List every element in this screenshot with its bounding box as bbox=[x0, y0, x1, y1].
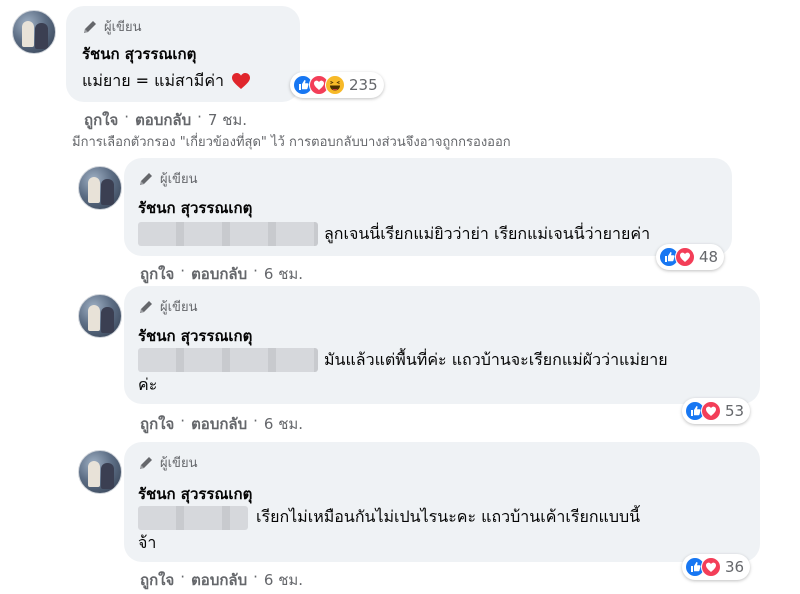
comment-text: เรียกไม่เหมือนกันไม่เปนไรนะคะ แถวบ้านเค้… bbox=[256, 507, 641, 526]
reply-bubble: ผู้เขียน รัชนก สุวรรณเกตุ ลูกเจนนี่เรียก… bbox=[124, 158, 732, 256]
redacted-mention bbox=[138, 506, 248, 530]
comment-actions: ถูกใจ · ตอบกลับ · 6 ชม. bbox=[140, 568, 303, 592]
author-badge: ผู้เขียน bbox=[82, 16, 141, 37]
reaction-summary[interactable]: 36 bbox=[682, 554, 751, 580]
haha-reaction-icon bbox=[325, 75, 345, 95]
avatar[interactable] bbox=[78, 166, 122, 210]
reply-bubble: ผู้เขียน รัชนก สุวรรณเกตุ เรียกไม่เหมือน… bbox=[124, 442, 760, 562]
reaction-summary[interactable]: 53 bbox=[682, 398, 751, 424]
avatar[interactable] bbox=[78, 294, 122, 338]
avatar[interactable] bbox=[78, 450, 122, 494]
redacted-mention bbox=[138, 222, 318, 246]
author-badge: ผู้เขียน bbox=[138, 296, 197, 317]
comment-author[interactable]: รัชนก สุวรรณเกตุ bbox=[138, 324, 252, 348]
like-button[interactable]: ถูกใจ bbox=[140, 262, 174, 286]
filter-notice: มีการเลือกตัวกรอง "เกี่ยวข้องที่สุด" ไว้… bbox=[72, 135, 511, 150]
comment-timestamp[interactable]: 6 ชม. bbox=[264, 412, 303, 436]
separator-dot: · bbox=[180, 412, 186, 430]
comment-author[interactable]: รัชนก สุวรรณเกตุ bbox=[138, 482, 252, 506]
comment-actions: ถูกใจ · ตอบกลับ · 6 ชม. bbox=[140, 262, 303, 286]
reaction-summary[interactable]: 235 bbox=[290, 72, 384, 98]
separator-dot: · bbox=[253, 412, 258, 430]
comment-timestamp[interactable]: 7 ชม. bbox=[208, 108, 247, 132]
love-reaction-icon bbox=[701, 401, 721, 421]
comment-bubble: ผู้เขียน รัชนก สุวรรณเกตุ แม่ยาย = แม่สา… bbox=[66, 6, 300, 102]
comment-text: มันแล้วแต่พื้นที่ค่ะ แถวบ้านจะเรียกแม่ผั… bbox=[324, 350, 668, 369]
author-badge: ผู้เขียน bbox=[138, 168, 197, 189]
separator-dot: · bbox=[180, 568, 186, 586]
comment-text: ค่ะ bbox=[138, 375, 158, 394]
separator-dot: · bbox=[124, 108, 130, 126]
reaction-count: 235 bbox=[349, 76, 378, 94]
avatar[interactable] bbox=[12, 10, 56, 54]
author-badge-label: ผู้เขียน bbox=[104, 20, 142, 35]
like-button[interactable]: ถูกใจ bbox=[140, 568, 174, 592]
love-reaction-icon bbox=[701, 557, 721, 577]
reaction-summary[interactable]: 48 bbox=[656, 244, 725, 270]
author-badge-label: ผู้เขียน bbox=[160, 300, 198, 315]
pencil-icon bbox=[140, 456, 152, 469]
author-badge-label: ผู้เขียน bbox=[160, 456, 198, 471]
comment-text: แม่ยาย = แม่สามีค่า bbox=[82, 68, 251, 94]
reply-bubble: ผู้เขียน รัชนก สุวรรณเกตุ มันแล้วแต่พื้น… bbox=[124, 286, 760, 404]
separator-dot: · bbox=[253, 568, 258, 586]
author-badge-label: ผู้เขียน bbox=[160, 172, 198, 187]
separator-dot: · bbox=[253, 262, 258, 280]
reply-button[interactable]: ตอบกลับ bbox=[191, 262, 247, 286]
love-reaction-icon bbox=[675, 247, 695, 267]
comment-text: จ้า bbox=[138, 533, 157, 552]
comment-actions: ถูกใจ · ตอบกลับ · 6 ชม. bbox=[140, 412, 303, 436]
pencil-icon bbox=[84, 20, 96, 33]
comment-timestamp[interactable]: 6 ชม. bbox=[264, 262, 303, 286]
comment-actions: ถูกใจ · ตอบกลับ · 7 ชม. bbox=[84, 108, 247, 132]
reply-button[interactable]: ตอบกลับ bbox=[191, 568, 247, 592]
comment-text-line: แม่ยาย = แม่สามีค่า bbox=[82, 71, 225, 90]
author-badge: ผู้เขียน bbox=[138, 452, 197, 473]
comment-timestamp[interactable]: 6 ชม. bbox=[264, 568, 303, 592]
comment-author[interactable]: รัชนก สุวรรณเกตุ bbox=[138, 196, 252, 220]
reply-button[interactable]: ตอบกลับ bbox=[135, 108, 191, 132]
comment-text: ลูกเจนนี่เรียกแม่ยิวว่าย่า เรียกแม่เจนนี… bbox=[324, 224, 651, 243]
like-button[interactable]: ถูกใจ bbox=[84, 108, 118, 132]
reaction-count: 36 bbox=[725, 558, 745, 576]
pencil-icon bbox=[140, 300, 152, 313]
reaction-count: 53 bbox=[725, 402, 745, 420]
comment-author[interactable]: รัชนก สุวรรณเกตุ bbox=[82, 42, 196, 66]
reaction-count: 48 bbox=[699, 248, 719, 266]
heart-emoji-icon bbox=[232, 72, 251, 89]
separator-dot: · bbox=[180, 262, 186, 280]
separator-dot: · bbox=[197, 108, 202, 126]
reply-button[interactable]: ตอบกลับ bbox=[191, 412, 247, 436]
redacted-mention bbox=[138, 348, 318, 372]
pencil-icon bbox=[140, 172, 152, 185]
like-button[interactable]: ถูกใจ bbox=[140, 412, 174, 436]
